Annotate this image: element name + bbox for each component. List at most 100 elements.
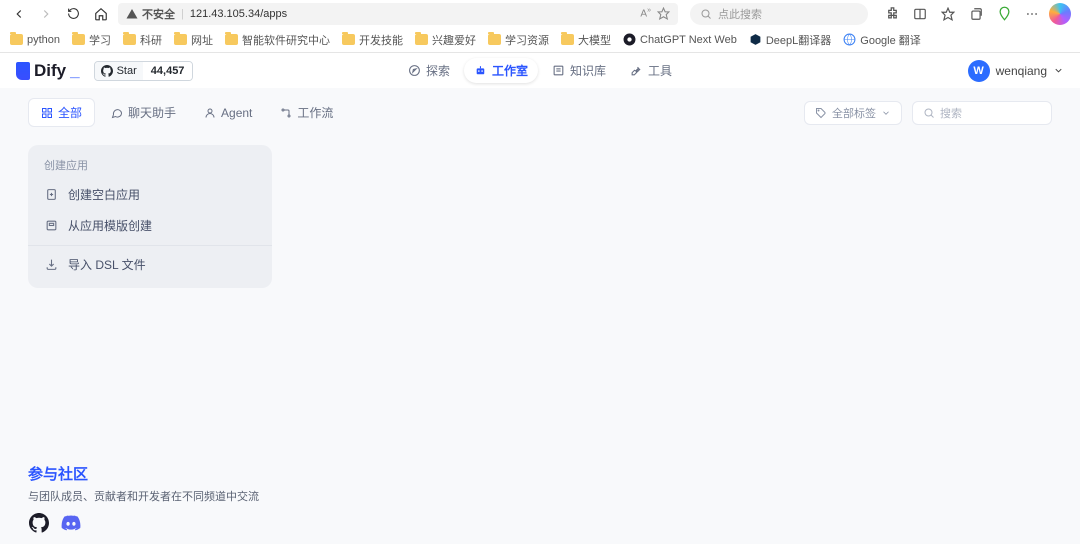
create-app-title: 创建应用 — [28, 157, 272, 179]
robot-icon — [474, 64, 487, 77]
separator: | — [181, 8, 184, 20]
search-icon — [923, 107, 935, 119]
agent-icon — [204, 107, 216, 119]
bookmark-item[interactable]: Google 翻译 — [843, 32, 921, 48]
bookmark-label: python — [27, 34, 60, 46]
extensions-icon[interactable] — [880, 2, 904, 26]
plugin-icon[interactable] — [992, 2, 1016, 26]
community-subtitle: 与团队成员、贡献者和开发者在不同频道中交流 — [28, 488, 259, 504]
github-star-count: 44,457 — [143, 62, 193, 80]
favorite-icon[interactable] — [657, 7, 670, 20]
discord-link[interactable] — [60, 512, 82, 534]
bookmark-item[interactable]: 科研 — [123, 32, 162, 48]
bookmark-item[interactable]: 学习 — [72, 32, 111, 48]
main-nav: 探索 工作室 知识库 工具 — [398, 58, 682, 83]
bookmark-item[interactable]: 网址 — [174, 32, 213, 48]
folder-icon — [415, 34, 428, 45]
bookmark-item[interactable]: 兴趣爱好 — [415, 32, 476, 48]
nav-label: 工具 — [648, 62, 672, 79]
search-placeholder: 点此搜索 — [718, 6, 762, 22]
bookmark-label: 学习资源 — [505, 32, 549, 48]
nav-label: 知识库 — [570, 62, 606, 79]
site-icon — [749, 33, 762, 46]
refresh-button[interactable] — [63, 2, 85, 26]
bookmark-label: 网址 — [191, 32, 213, 48]
folder-icon — [225, 34, 238, 45]
copilot-icon[interactable] — [1048, 2, 1072, 26]
address-bar[interactable]: 不安全 | 121.43.105.34/apps A» — [118, 3, 678, 25]
bookmark-item[interactable]: 大模型 — [561, 32, 611, 48]
app-header: Dify_ Star 44,457 探索 工作室 知识库 工具 W wenqiang — [0, 53, 1080, 88]
tab-chat[interactable]: 聊天助手 — [99, 98, 188, 127]
wrench-icon — [630, 64, 643, 77]
github-star-badge[interactable]: Star 44,457 — [94, 61, 194, 81]
bookmark-label: Google 翻译 — [860, 32, 921, 48]
nav-label: 工作室 — [492, 62, 528, 79]
chat-icon — [111, 107, 123, 119]
back-button[interactable] — [8, 2, 30, 26]
tab-flow[interactable]: 工作流 — [268, 98, 345, 127]
github-icon — [101, 65, 113, 77]
forward-button[interactable] — [36, 2, 58, 26]
bookmark-item[interactable]: 智能软件研究中心 — [225, 32, 330, 48]
bookmark-label: 兴趣爱好 — [432, 32, 476, 48]
logo-text: Dify — [34, 61, 66, 81]
bookmark-item[interactable]: python — [10, 34, 60, 46]
filter-tabs: 全部聊天助手Agent 工作流 全部标签 搜索 — [28, 98, 1052, 127]
tag-icon — [815, 107, 827, 119]
nav-robot[interactable]: 工作室 — [464, 58, 538, 83]
bookmark-item[interactable]: DeepL翻译器 — [749, 32, 831, 48]
logo[interactable]: Dify_ — [16, 61, 80, 81]
avatar: W — [968, 60, 990, 82]
bookmark-item[interactable]: ChatGPT Next Web — [623, 33, 737, 46]
create-option-label: 创建空白应用 — [68, 186, 140, 203]
community-section: 参与社区 与团队成员、贡献者和开发者在不同频道中交流 — [28, 463, 259, 534]
create-option-2[interactable]: 导入 DSL 文件 — [28, 245, 272, 280]
tab-grid[interactable]: 全部 — [28, 98, 95, 127]
chevron-down-icon — [1053, 65, 1064, 76]
create-option-0[interactable]: 创建空白应用 — [28, 179, 272, 210]
site-icon — [623, 33, 636, 46]
create-app-card: 创建应用 创建空白应用从应用模版创建导入 DSL 文件 — [28, 145, 272, 288]
user-menu[interactable]: W wenqiang — [968, 60, 1064, 82]
bookmark-item[interactable]: 开发技能 — [342, 32, 403, 48]
template-icon — [44, 219, 58, 233]
github-link[interactable] — [28, 512, 50, 534]
book-icon — [552, 64, 565, 77]
bookmark-label: 大模型 — [578, 32, 611, 48]
create-option-1[interactable]: 从应用模版创建 — [28, 210, 272, 241]
bookmarks-bar: python 学习 科研 网址 智能软件研究中心开发技能 兴趣爱好 学习资源 大模型 ChatG… — [0, 27, 1080, 53]
nav-book[interactable]: 知识库 — [542, 58, 616, 83]
app-search[interactable]: 搜索 — [912, 101, 1052, 125]
browser-search[interactable]: 点此搜索 — [690, 3, 868, 25]
more-icon[interactable] — [1020, 2, 1044, 26]
user-name: wenqiang — [996, 64, 1047, 78]
github-star-label: Star — [117, 65, 137, 77]
read-aloud-icon[interactable]: A» — [640, 7, 651, 19]
app-search-placeholder: 搜索 — [940, 105, 962, 121]
bookmark-label: ChatGPT Next Web — [640, 34, 737, 46]
bookmark-label: 科研 — [140, 32, 162, 48]
folder-icon — [72, 34, 85, 45]
split-icon[interactable] — [908, 2, 932, 26]
compass-icon — [408, 64, 421, 77]
tab-label: 工作流 — [297, 104, 333, 121]
bookmark-item[interactable]: 学习资源 — [488, 32, 549, 48]
tab-agent[interactable]: Agent — [192, 98, 264, 127]
folder-icon — [174, 34, 187, 45]
folder-icon — [342, 34, 355, 45]
folder-icon — [488, 34, 501, 45]
tag-filter[interactable]: 全部标签 — [804, 101, 902, 125]
collections-icon[interactable] — [964, 2, 988, 26]
community-title: 参与社区 — [28, 463, 259, 484]
create-option-label: 导入 DSL 文件 — [68, 256, 146, 273]
nav-compass[interactable]: 探索 — [398, 58, 460, 83]
nav-wrench[interactable]: 工具 — [620, 58, 682, 83]
insecure-icon: 不安全 — [126, 6, 175, 22]
bookmark-label: 智能软件研究中心 — [242, 32, 330, 48]
folder-icon — [123, 34, 136, 45]
favorites-icon[interactable] — [936, 2, 960, 26]
insecure-label: 不安全 — [142, 6, 175, 22]
home-button[interactable] — [91, 2, 113, 26]
folder-icon — [561, 34, 574, 45]
